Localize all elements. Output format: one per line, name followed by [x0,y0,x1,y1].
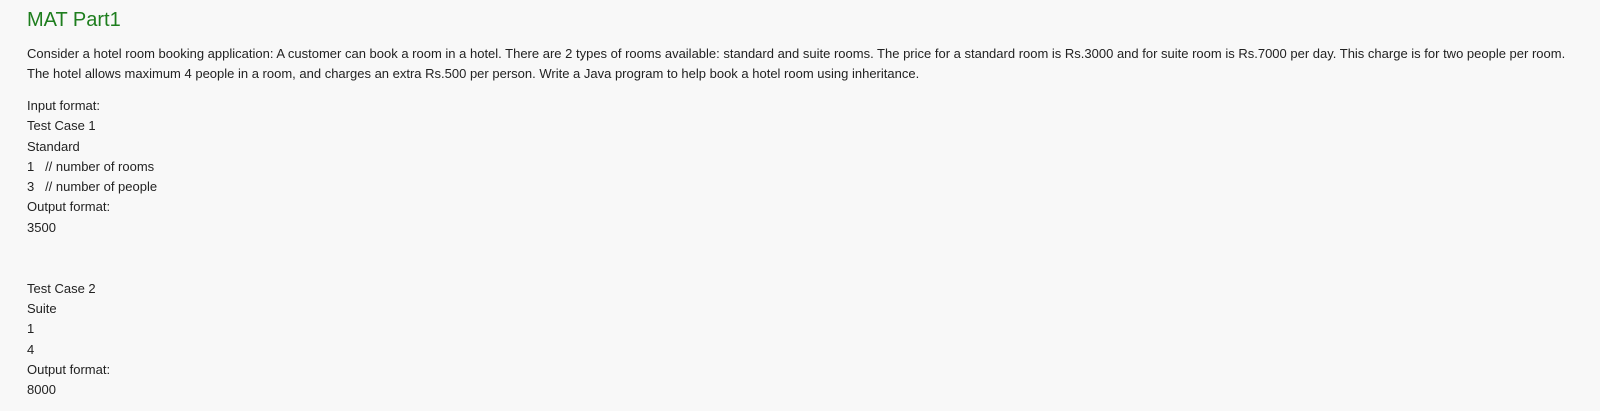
test-case-2-room-type: Suite [27,300,57,316]
input-format-label: Input format: [27,98,100,113]
test-case-1-output: 3500 [27,219,56,235]
test-case-2-output: 8000 [27,382,56,398]
section-spacer [27,258,1573,278]
format-section: Input format: Test Case 1 Standard 1 // … [27,96,1573,400]
section-spacer [27,238,1573,258]
test-case-1-room-type: Standard [27,138,80,154]
problem-page: MAT Part1 Consider a hotel room booking … [0,0,1600,411]
test-case-1-rooms: 1 // number of rooms [27,158,155,174]
test-case-2-label: Test Case 2 [27,280,96,296]
test-case-2-people: 4 [27,341,35,357]
test-case-1-label: Test Case 1 [27,118,96,134]
page-title: MAT Part1 [27,9,121,31]
test-case-2-output-label: Output format: [27,361,111,377]
test-case-1-people: 3 // number of people [27,179,158,195]
test-case-1-output-label: Output format: [27,199,111,215]
test-case-2-rooms: 1 [27,321,35,337]
problem-description: Consider a hotel room booking applicatio… [27,46,1566,81]
